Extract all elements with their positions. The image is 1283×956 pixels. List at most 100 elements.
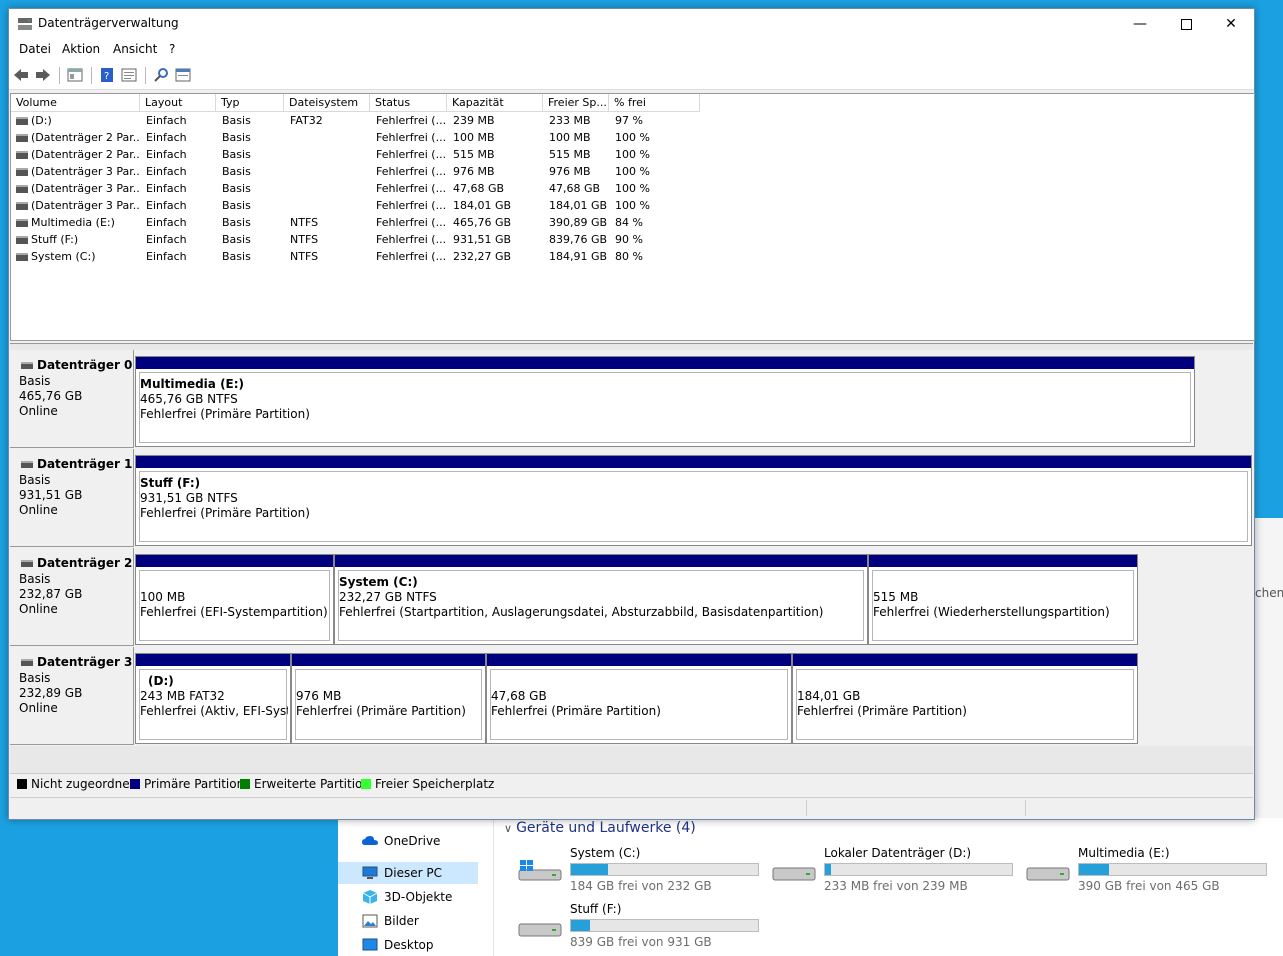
partition-184gb[interactable]: 184,01 GB Fehlerfrei (Primäre Partition) [792,653,1138,744]
drive-name: Multimedia (E:) [1078,846,1170,860]
maximize-button[interactable] [1163,9,1209,39]
disk-label-1[interactable]: Datenträger 1 Basis 931,51 GB Online [10,449,134,547]
disk-row-3: Datenträger 3 Basis 232,89 GB Online (D:… [10,647,1253,746]
properties-icon[interactable] [121,67,137,83]
drive-tile-c[interactable]: System (C:) 184 GB frei von 232 GB [518,846,768,896]
volume-row[interactable]: (Datenträger 2 Par... Einfach Basis Fehlerf… [11,146,711,163]
menu-bar: Datei Aktion Ansicht ? [9,39,1254,61]
computer-icon [362,866,378,879]
help-icon[interactable]: ? [99,67,115,83]
cell-filesystem: NTFS [290,216,319,229]
partition-title: Stuff (F:) [140,476,201,490]
hard-drive-icon [772,867,816,881]
close-button[interactable]: ✕ [1208,9,1254,39]
disk-name: Datenträger 1 [37,457,133,471]
back-arrow-icon[interactable] [13,67,29,83]
disk-label-3[interactable]: Datenträger 3 Basis 232,89 GB Online [10,647,134,745]
devices-group-header[interactable]: ∨ Geräte und Laufwerke (4) [504,820,696,836]
minimize-button[interactable]: — [1117,9,1163,39]
partition-size: 47,68 GB [491,689,547,703]
status-bar-separator [1025,800,1026,816]
console-view-icon[interactable] [175,67,191,83]
partition-976mb[interactable]: 976 MB Fehlerfrei (Primäre Partition) [291,653,486,744]
menu-ansicht[interactable]: Ansicht [113,42,157,56]
cell-free-space: 184,01 GB [549,199,608,212]
cell-layout: Einfach [146,182,187,195]
disk-name: Datenträger 0 [37,358,133,372]
cell-percent-free: 100 % [615,199,650,212]
volume-row[interactable]: (Datenträger 2 Par... Einfach Basis Fehlerf… [11,129,711,146]
nav-item-onedrive[interactable]: OneDrive [338,830,478,852]
drive-tile-e[interactable]: Multimedia (E:) 390 GB frei von 465 GB [1026,846,1276,896]
legend-label-free: Freier Speicherplatz [375,777,495,791]
show-hide-console-tree-icon[interactable] [67,67,83,83]
cell-capacity: 465,76 GB [453,216,512,229]
volume-row[interactable]: (Datenträger 3 Par... Einfach Basis Fehlerf… [11,163,711,180]
nav-item-3d-objects[interactable]: 3D-Objekte [338,886,478,908]
menu-aktion[interactable]: Aktion [62,42,100,56]
maximize-icon [1180,18,1192,30]
cell-capacity: 515 MB [453,148,495,161]
partition-size: 243 MB FAT32 [140,689,225,703]
drive-tile-d[interactable]: Lokaler Datenträger (D:) 233 MB frei von… [772,846,1022,896]
column-header-percent-free[interactable]: % frei [609,94,700,112]
column-header-status[interactable]: Status [370,94,447,112]
menu-help[interactable]: ? [169,42,175,56]
volume-row[interactable]: (Datenträger 3 Par... Einfach Basis Fehlerf… [11,197,711,214]
menu-datei[interactable]: Datei [19,42,51,56]
column-header-volume[interactable]: Volume [11,94,140,112]
column-header-free-space[interactable]: Freier Sp... [543,94,609,112]
disk-size: 931,51 GB [19,488,83,502]
cell-type: Basis [222,216,251,229]
partition-efi-system[interactable]: 100 MB Fehlerfrei (EFI-Systempartition) [135,554,334,645]
volume-row[interactable]: Stuff (F:) Einfach Basis NTFS Fehlerfrei (..… [11,231,711,248]
drive-free-space: 233 MB frei von 239 MB [824,879,968,893]
toolbar-separator [59,67,60,84]
forward-arrow-icon[interactable] [35,67,51,83]
drive-name: System (C:) [570,846,641,860]
nav-item-label: OneDrive [384,834,441,848]
volume-row[interactable]: System (C:) Einfach Basis NTFS Fehlerfrei (.… [11,248,711,265]
nav-item-label: Desktop [384,938,434,952]
disk-type: Basis [19,473,51,487]
volume-list[interactable]: Volume Layout Typ Dateisystem Status Kap… [10,93,1255,341]
drive-tile-f[interactable]: Stuff (F:) 839 GB frei von 931 GB [518,902,768,952]
disk-label-2[interactable]: Datenträger 2 Basis 232,87 GB Online [10,548,134,646]
column-header-filesystem[interactable]: Dateisystem [284,94,370,112]
nav-item-pictures[interactable]: Bilder [338,910,478,932]
legend-swatch-primary [130,779,140,789]
partition-status: Fehlerfrei (Primäre Partition) [491,704,661,718]
drive-usage-bar [570,863,759,876]
disk-icon [21,362,33,369]
title-bar[interactable]: Datenträgerverwaltung — ✕ [9,9,1254,39]
cell-filesystem: FAT32 [290,114,323,127]
column-header-capacity[interactable]: Kapazität [447,94,543,112]
column-header-layout[interactable]: Layout [140,94,216,112]
column-header-type[interactable]: Typ [216,94,284,112]
disk-name: Datenträger 3 [37,655,133,669]
disk-type: Basis [19,671,51,685]
partition-multimedia-e[interactable]: Multimedia (E:) 465,76 GB NTFS Fehlerfre… [135,356,1195,447]
cell-volume: (Datenträger 2 Par... [31,148,141,161]
partition-system-c[interactable]: System (C:) 232,27 GB NTFS Fehlerfrei (S… [334,554,868,645]
partition-recovery[interactable]: 515 MB Fehlerfrei (Wiederherstellungspar… [868,554,1138,645]
partition-status: Fehlerfrei (Wiederherstellungspartition) [873,605,1110,619]
cell-layout: Einfach [146,250,187,263]
partition-stuff-f[interactable]: Stuff (F:) 931,51 GB NTFS Fehlerfrei (Pr… [135,455,1252,546]
partition-type-bar [136,654,290,666]
volume-row[interactable]: (D:) Einfach Basis FAT32 Fehlerfrei (... 239 … [11,112,711,129]
search-key-icon[interactable] [153,67,169,83]
cell-volume: (Datenträger 2 Par... [31,131,141,144]
volume-row[interactable]: (Datenträger 3 Par... Einfach Basis Fehlerf… [11,180,711,197]
nav-item-desktop[interactable]: Desktop [338,934,478,956]
partition-47gb[interactable]: 47,68 GB Fehlerfrei (Primäre Partition) [486,653,792,744]
toolbar: ? [9,61,1254,90]
disk-label-0[interactable]: Datenträger 0 Basis 465,76 GB Online [10,350,134,448]
explorer-window: OneDrive Dieser PC 3D-Objekte Bilder Des… [338,800,1283,956]
nav-item-this-pc[interactable]: Dieser PC [338,862,478,884]
partition-size: 184,01 GB [797,689,861,703]
cell-percent-free: 100 % [615,131,650,144]
partition-d[interactable]: (D:) 243 MB FAT32 Fehlerfrei (Aktiv, EFI… [135,653,291,744]
volume-row[interactable]: Multimedia (E:) Einfach Basis NTFS Fehlerfre… [11,214,711,231]
drive-name: Stuff (F:) [570,902,622,916]
